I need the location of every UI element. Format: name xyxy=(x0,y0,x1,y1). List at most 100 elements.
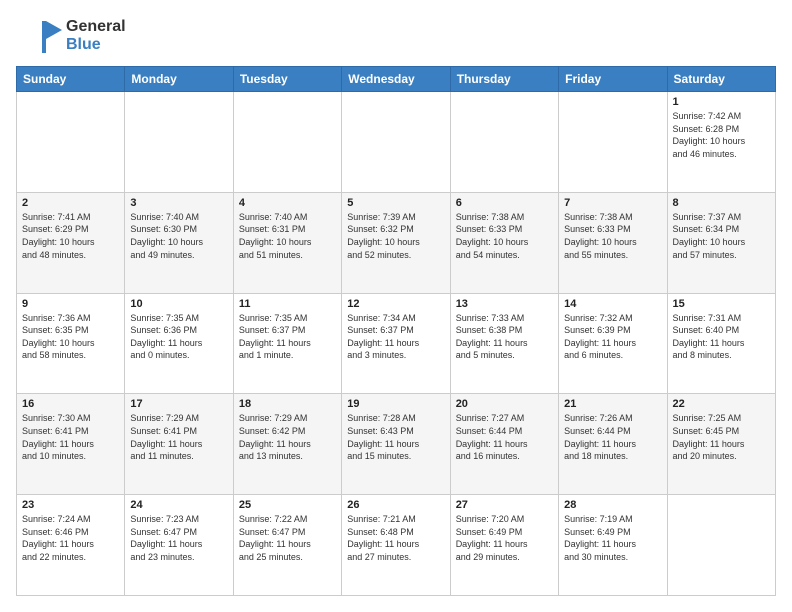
day-info: Sunrise: 7:33 AM Sunset: 6:38 PM Dayligh… xyxy=(456,312,553,362)
day-info: Sunrise: 7:21 AM Sunset: 6:48 PM Dayligh… xyxy=(347,513,444,563)
day-info: Sunrise: 7:40 AM Sunset: 6:30 PM Dayligh… xyxy=(130,211,227,261)
calendar-cell: 5 Sunrise: 7:39 AM Sunset: 6:32 PM Daylig… xyxy=(342,192,450,293)
calendar-cell: 24Sunrise: 7:23 AM Sunset: 6:47 PM Dayli… xyxy=(125,495,233,596)
logo: GeneralBlue xyxy=(16,16,126,56)
week-row-4: 16 Sunrise: 7:30 AM Sunset: 6:41 PM Dayli… xyxy=(17,394,776,495)
day-info: Sunrise: 7:29 AM Sunset: 6:41 PM Dayligh… xyxy=(130,412,227,462)
calendar-cell xyxy=(342,92,450,193)
day-number: 11 xyxy=(239,298,336,310)
weekday-header-friday: Friday xyxy=(559,67,667,92)
header: GeneralBlue xyxy=(16,16,776,56)
day-info: Sunrise: 7:31 AM Sunset: 6:40 PM Dayligh… xyxy=(673,312,770,362)
day-number: 2 xyxy=(22,197,119,209)
calendar-cell: 27 Sunrise: 7:20 AM Sunset: 6:49 PM Dayli… xyxy=(450,495,558,596)
weekday-header-row: SundayMondayTuesdayWednesdayThursdayFrid… xyxy=(17,67,776,92)
calendar-cell: 3Sunrise: 7:40 AM Sunset: 6:30 PM Daylig… xyxy=(125,192,233,293)
day-number: 13 xyxy=(456,298,553,310)
day-info: Sunrise: 7:28 AM Sunset: 6:43 PM Dayligh… xyxy=(347,412,444,462)
calendar-cell: 11 Sunrise: 7:35 AM Sunset: 6:37 PM Dayli… xyxy=(233,293,341,394)
weekday-header-tuesday: Tuesday xyxy=(233,67,341,92)
calendar-cell: 20Sunrise: 7:27 AM Sunset: 6:44 PM Dayli… xyxy=(450,394,558,495)
day-number: 19 xyxy=(347,398,444,410)
weekday-header-thursday: Thursday xyxy=(450,67,558,92)
day-info: Sunrise: 7:25 AM Sunset: 6:45 PM Dayligh… xyxy=(673,412,770,462)
day-number: 16 xyxy=(22,398,119,410)
day-number: 7 xyxy=(564,197,661,209)
calendar-cell: 14 Sunrise: 7:32 AM Sunset: 6:39 PM Dayli… xyxy=(559,293,667,394)
weekday-header-wednesday: Wednesday xyxy=(342,67,450,92)
calendar-cell: 21 Sunrise: 7:26 AM Sunset: 6:44 PM Dayli… xyxy=(559,394,667,495)
weekday-header-sunday: Sunday xyxy=(17,67,125,92)
day-info: Sunrise: 7:20 AM Sunset: 6:49 PM Dayligh… xyxy=(456,513,553,563)
day-number: 23 xyxy=(22,499,119,511)
day-number: 22 xyxy=(673,398,770,410)
weekday-header-monday: Monday xyxy=(125,67,233,92)
calendar-cell: 13 Sunrise: 7:33 AM Sunset: 6:38 PM Dayli… xyxy=(450,293,558,394)
calendar-cell: 4 Sunrise: 7:40 AM Sunset: 6:31 PM Daylig… xyxy=(233,192,341,293)
day-number: 5 xyxy=(347,197,444,209)
day-info: Sunrise: 7:29 AM Sunset: 6:42 PM Dayligh… xyxy=(239,412,336,462)
calendar-cell: 15 Sunrise: 7:31 AM Sunset: 6:40 PM Dayli… xyxy=(667,293,775,394)
calendar-cell xyxy=(233,92,341,193)
day-number: 20 xyxy=(456,398,553,410)
calendar-cell: 22 Sunrise: 7:25 AM Sunset: 6:45 PM Dayli… xyxy=(667,394,775,495)
day-number: 4 xyxy=(239,197,336,209)
week-row-1: 1 Sunrise: 7:42 AM Sunset: 6:28 PM Daylig… xyxy=(17,92,776,193)
day-number: 21 xyxy=(564,398,661,410)
day-info: Sunrise: 7:32 AM Sunset: 6:39 PM Dayligh… xyxy=(564,312,661,362)
day-number: 1 xyxy=(673,96,770,108)
day-info: Sunrise: 7:40 AM Sunset: 6:31 PM Dayligh… xyxy=(239,211,336,261)
calendar-cell xyxy=(450,92,558,193)
day-info: Sunrise: 7:30 AM Sunset: 6:41 PM Dayligh… xyxy=(22,412,119,462)
week-row-3: 9 Sunrise: 7:36 AM Sunset: 6:35 PM Daylig… xyxy=(17,293,776,394)
day-number: 28 xyxy=(564,499,661,511)
day-info: Sunrise: 7:35 AM Sunset: 6:36 PM Dayligh… xyxy=(130,312,227,362)
calendar-cell: 16 Sunrise: 7:30 AM Sunset: 6:41 PM Dayli… xyxy=(17,394,125,495)
day-info: Sunrise: 7:39 AM Sunset: 6:32 PM Dayligh… xyxy=(347,211,444,261)
day-info: Sunrise: 7:26 AM Sunset: 6:44 PM Dayligh… xyxy=(564,412,661,462)
calendar-cell: 8 Sunrise: 7:37 AM Sunset: 6:34 PM Daylig… xyxy=(667,192,775,293)
day-info: Sunrise: 7:42 AM Sunset: 6:28 PM Dayligh… xyxy=(673,110,770,160)
day-number: 26 xyxy=(347,499,444,511)
calendar-cell xyxy=(559,92,667,193)
day-info: Sunrise: 7:37 AM Sunset: 6:34 PM Dayligh… xyxy=(673,211,770,261)
day-number: 27 xyxy=(456,499,553,511)
calendar-table: SundayMondayTuesdayWednesdayThursdayFrid… xyxy=(16,66,776,596)
calendar-cell: 25Sunrise: 7:22 AM Sunset: 6:47 PM Dayli… xyxy=(233,495,341,596)
calendar-cell: 6Sunrise: 7:38 AM Sunset: 6:33 PM Daylig… xyxy=(450,192,558,293)
day-number: 15 xyxy=(673,298,770,310)
day-number: 18 xyxy=(239,398,336,410)
calendar-cell: 2 Sunrise: 7:41 AM Sunset: 6:29 PM Daylig… xyxy=(17,192,125,293)
calendar-cell: 9 Sunrise: 7:36 AM Sunset: 6:35 PM Daylig… xyxy=(17,293,125,394)
weekday-header-saturday: Saturday xyxy=(667,67,775,92)
calendar-cell: 17 Sunrise: 7:29 AM Sunset: 6:41 PM Dayli… xyxy=(125,394,233,495)
day-number: 10 xyxy=(130,298,227,310)
day-info: Sunrise: 7:36 AM Sunset: 6:35 PM Dayligh… xyxy=(22,312,119,362)
day-number: 17 xyxy=(130,398,227,410)
day-number: 12 xyxy=(347,298,444,310)
calendar-cell: 26 Sunrise: 7:21 AM Sunset: 6:48 PM Dayli… xyxy=(342,495,450,596)
day-info: Sunrise: 7:24 AM Sunset: 6:46 PM Dayligh… xyxy=(22,513,119,563)
week-row-2: 2 Sunrise: 7:41 AM Sunset: 6:29 PM Daylig… xyxy=(17,192,776,293)
day-info: Sunrise: 7:41 AM Sunset: 6:29 PM Dayligh… xyxy=(22,211,119,261)
day-number: 9 xyxy=(22,298,119,310)
day-info: Sunrise: 7:23 AM Sunset: 6:47 PM Dayligh… xyxy=(130,513,227,563)
calendar-cell xyxy=(667,495,775,596)
calendar-cell: 18 Sunrise: 7:29 AM Sunset: 6:42 PM Dayli… xyxy=(233,394,341,495)
day-info: Sunrise: 7:38 AM Sunset: 6:33 PM Dayligh… xyxy=(564,211,661,261)
day-info: Sunrise: 7:19 AM Sunset: 6:49 PM Dayligh… xyxy=(564,513,661,563)
calendar-cell xyxy=(125,92,233,193)
calendar-cell: 10 Sunrise: 7:35 AM Sunset: 6:36 PM Dayli… xyxy=(125,293,233,394)
calendar-cell: 28 Sunrise: 7:19 AM Sunset: 6:49 PM Dayli… xyxy=(559,495,667,596)
page: GeneralBlue SundayMondayTuesdayWednesday… xyxy=(0,0,792,612)
day-number: 14 xyxy=(564,298,661,310)
logo-general-text: General xyxy=(66,18,126,36)
calendar-cell: 12 Sunrise: 7:34 AM Sunset: 6:37 PM Dayli… xyxy=(342,293,450,394)
logo-blue-text: Blue xyxy=(66,36,126,54)
day-number: 8 xyxy=(673,197,770,209)
day-number: 25 xyxy=(239,499,336,511)
day-info: Sunrise: 7:34 AM Sunset: 6:37 PM Dayligh… xyxy=(347,312,444,362)
calendar-cell: 1 Sunrise: 7:42 AM Sunset: 6:28 PM Daylig… xyxy=(667,92,775,193)
day-info: Sunrise: 7:35 AM Sunset: 6:37 PM Dayligh… xyxy=(239,312,336,362)
calendar-cell: 19 Sunrise: 7:28 AM Sunset: 6:43 PM Dayli… xyxy=(342,394,450,495)
